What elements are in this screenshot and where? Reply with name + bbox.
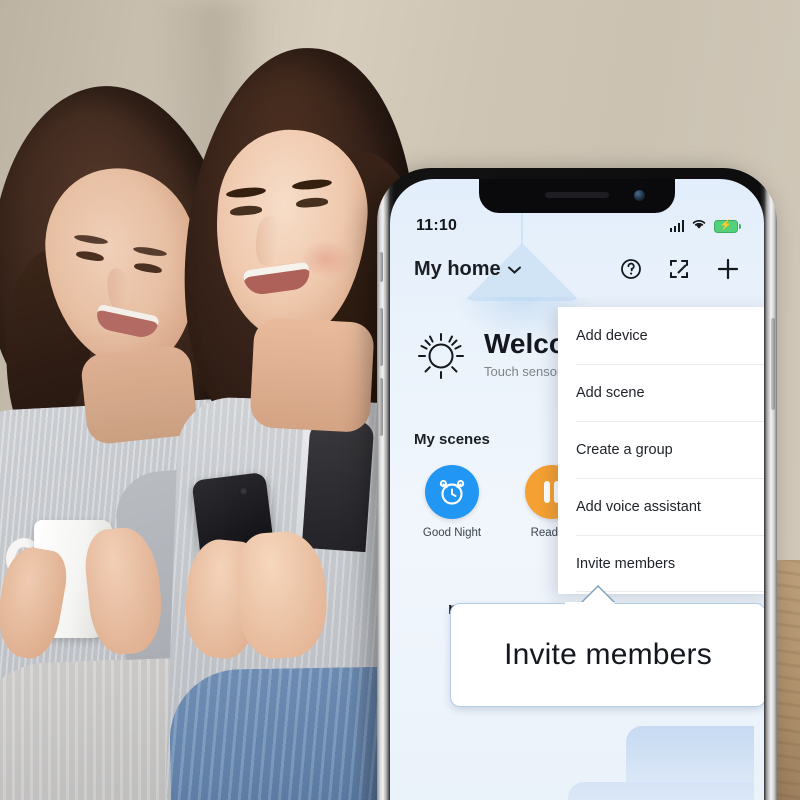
status-indicators: ⚡ — [669, 217, 741, 235]
menu-item-label: Create a group — [576, 441, 673, 458]
menu-item-label: Add scene — [576, 384, 645, 401]
menu-item-invite-members[interactable]: Invite members — [558, 535, 764, 592]
menu-item-add-scene[interactable]: Add scene — [558, 364, 764, 421]
menu-item-add-voice-assistant[interactable]: Add voice assistant — [558, 478, 764, 535]
scan-edit-icon[interactable] — [668, 258, 690, 280]
screenshot-root: 11:10 ⚡ My home Welcome Touch sensor to … — [0, 0, 800, 800]
header-action-icons — [620, 257, 740, 281]
volume-down-button[interactable] — [379, 378, 383, 436]
earpiece-speaker — [545, 192, 609, 198]
phone-notch — [479, 179, 675, 213]
home-name-label: My home — [414, 257, 501, 280]
home-selector[interactable]: My home — [414, 258, 521, 281]
menu-item-label: Add device — [576, 327, 648, 344]
front-camera — [634, 190, 645, 201]
power-button[interactable] — [771, 318, 775, 410]
cellular-signal-icon — [669, 220, 684, 232]
status-bar: 11:10 ⚡ — [390, 213, 764, 239]
menu-item-create-a-group[interactable]: Create a group — [558, 421, 764, 478]
scene-item-good-night[interactable]: Good Night — [414, 465, 490, 539]
wifi-icon — [691, 217, 707, 235]
background-card-decoration-1 — [626, 726, 754, 786]
app-header: My home — [390, 247, 764, 291]
charging-bolt-glyph: ⚡ — [719, 220, 733, 231]
dark-top — [301, 417, 375, 553]
phone-mockup: 11:10 ⚡ My home Welcome Touch sensor to … — [377, 168, 777, 800]
plus-icon[interactable] — [716, 257, 740, 281]
neck — [249, 316, 375, 434]
status-clock: 11:10 — [416, 217, 458, 234]
add-menu-dropdown: Add device Add scene Create a group Add … — [558, 307, 764, 594]
chevron-down-icon — [507, 262, 521, 276]
menu-item-label: Invite members — [576, 555, 676, 572]
callout-text: Invite members — [504, 638, 712, 671]
help-circle-icon[interactable] — [620, 258, 642, 280]
callout-pointer-mask — [565, 602, 599, 607]
mute-switch[interactable] — [379, 252, 383, 282]
scene-label: Good Night — [422, 527, 482, 539]
my-scenes-label: My scenes — [414, 431, 490, 448]
menu-item-label: Add voice assistant — [576, 498, 701, 515]
invite-members-callout: Invite members — [450, 587, 764, 707]
battery-charging-icon: ⚡ — [714, 219, 741, 233]
sun-icon — [414, 327, 468, 386]
background-card-decoration-2 — [568, 782, 754, 800]
volume-up-button[interactable] — [379, 308, 383, 366]
alarm-clock-icon — [425, 465, 479, 519]
phone-screen: 11:10 ⚡ My home Welcome Touch sensor to … — [390, 179, 764, 800]
menu-item-add-device[interactable]: Add device — [558, 307, 764, 364]
